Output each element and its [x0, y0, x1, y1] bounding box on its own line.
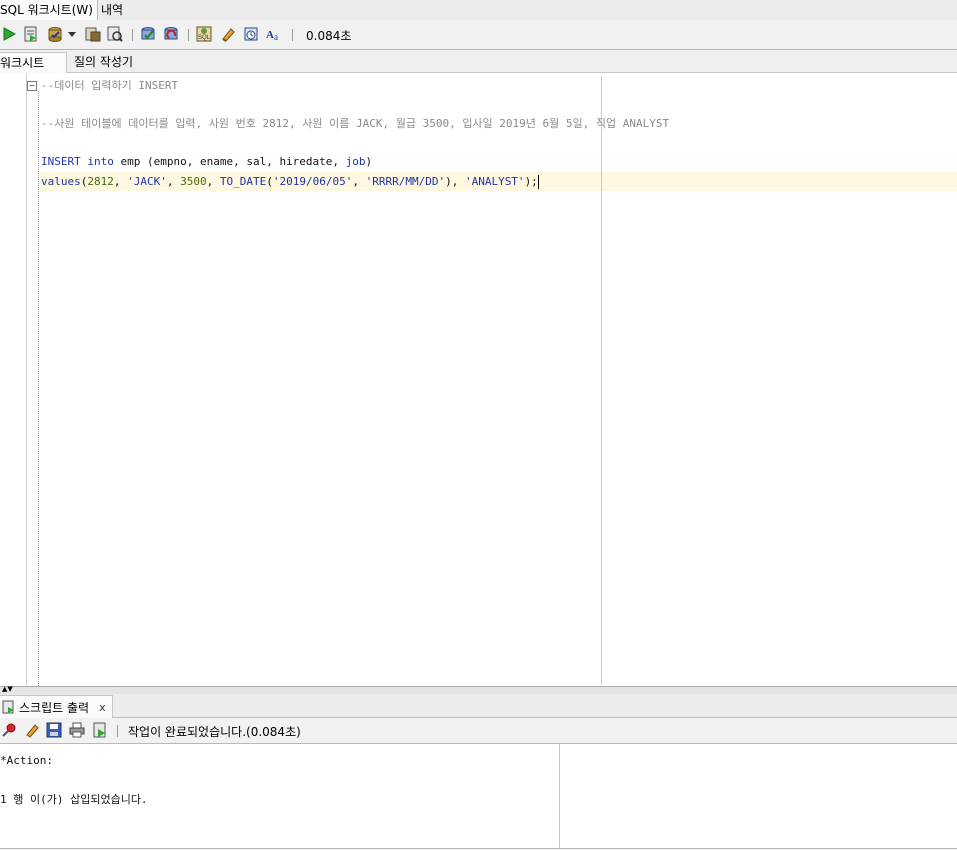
commit-icon[interactable] — [46, 25, 64, 43]
output-line-action: *Action: — [0, 754, 53, 767]
code-text: , — [451, 175, 465, 188]
string-literal: 'ANALYST' — [464, 175, 525, 188]
svg-text:a: a — [274, 32, 278, 42]
code-line-3: --사원 테이블에 데이터를 입력, 사원 번호 2812, 사원 이름 JAC… — [41, 117, 670, 130]
run-script-icon[interactable] — [22, 25, 40, 43]
tab-sql-worksheet[interactable]: SQL 워크시트(W) — [0, 0, 98, 20]
line-gutter — [0, 73, 27, 686]
save-icon[interactable] — [46, 722, 62, 738]
dropdown-arrow-icon[interactable] — [66, 25, 78, 43]
keyword-into: into — [87, 155, 114, 168]
code-text: , — [352, 175, 366, 188]
code-text: ); — [524, 175, 538, 188]
output-divider — [559, 744, 560, 848]
text-caret — [537, 175, 539, 189]
keyword-job: job — [345, 155, 366, 168]
run-script-icon[interactable] — [92, 722, 108, 738]
output-toolbar: 작업이 완료되었습니다.(0.084초) — [0, 718, 957, 744]
code-text: ) — [445, 175, 452, 188]
explain-plan-icon[interactable] — [84, 25, 102, 43]
string-literal: 'RRRR/MM/DD' — [365, 175, 446, 188]
history-icon[interactable] — [242, 25, 260, 43]
script-output-area[interactable]: *Action: 1 행 이(가) 삽입되었습니다. — [0, 744, 957, 849]
output-panel-tabs: 스크립트 출력 x — [0, 694, 957, 718]
autotrace-icon[interactable] — [106, 25, 124, 43]
code-text: , — [166, 175, 181, 188]
worksheet-toolbar: SQL Aa 0.084초 — [0, 21, 957, 50]
tab-script-output[interactable]: 스크립트 출력 x — [0, 695, 113, 718]
code-text: , — [206, 175, 220, 188]
tab-worksheet[interactable]: 워크시트 — [0, 52, 67, 73]
code-text: emp (empno, ename, sal, hiredate, — [113, 155, 346, 168]
output-line-result: 1 행 이(가) 삽입되었습니다. — [0, 793, 148, 806]
fold-guide — [38, 91, 39, 686]
code-line-6: values(2812, 'JACK', 3500, TO_DATE('2019… — [41, 172, 539, 191]
document-tabs: SQL 워크시트(W) 내역 — [0, 0, 957, 20]
fold-toggle-icon[interactable]: − — [27, 81, 37, 91]
keyword-values: values — [41, 175, 81, 188]
rollback-icon[interactable] — [162, 25, 180, 43]
panel-splitter[interactable]: ▲▼ — [0, 685, 957, 694]
function-name: TO_DATE — [219, 175, 267, 188]
script-output-label: 스크립트 출력 — [19, 700, 90, 715]
script-output-icon — [2, 700, 14, 714]
run-statement-icon[interactable] — [0, 25, 18, 43]
sql-editor[interactable]: − --데이터 입력하기 INSERT --사원 테이블에 데이터를 입력, 사… — [0, 73, 957, 686]
svg-text:SQL: SQL — [198, 35, 211, 41]
tab-query-builder[interactable]: 질의 작성기 — [74, 52, 133, 72]
clear-icon[interactable] — [24, 722, 40, 738]
format-icon[interactable]: Aa — [265, 25, 283, 43]
clear-icon[interactable] — [219, 25, 237, 43]
number-literal: 2812 — [87, 175, 114, 188]
elapsed-time: 0.084초 — [306, 29, 352, 43]
commit-icon[interactable] — [139, 25, 157, 43]
tab-history[interactable]: 내역 — [101, 0, 127, 20]
print-icon[interactable] — [69, 722, 85, 738]
splitter-arrows-icon[interactable]: ▲▼ — [2, 685, 13, 693]
code-line-5: INSERT into emp (empno, ename, sal, hire… — [41, 152, 372, 171]
right-margin-line — [601, 76, 602, 685]
code-text: , — [113, 175, 128, 188]
code-line-1: --데이터 입력하기 INSERT — [41, 79, 179, 92]
svg-text:A: A — [266, 29, 274, 41]
keyword-insert: INSERT — [41, 155, 81, 168]
code-text: ) — [365, 155, 373, 168]
number-literal: 3500 — [180, 175, 207, 188]
task-status: 작업이 완료되었습니다.(0.084초) — [128, 725, 301, 739]
string-literal: 'JACK' — [127, 175, 167, 188]
worksheet-subtabs: 워크시트 질의 작성기 — [0, 51, 957, 73]
sql-tuning-icon[interactable]: SQL — [195, 25, 213, 43]
string-literal: '2019/06/05' — [272, 175, 353, 188]
close-icon[interactable]: x — [99, 701, 106, 714]
code-text: ( — [266, 175, 273, 188]
pin-icon[interactable] — [1, 722, 17, 738]
